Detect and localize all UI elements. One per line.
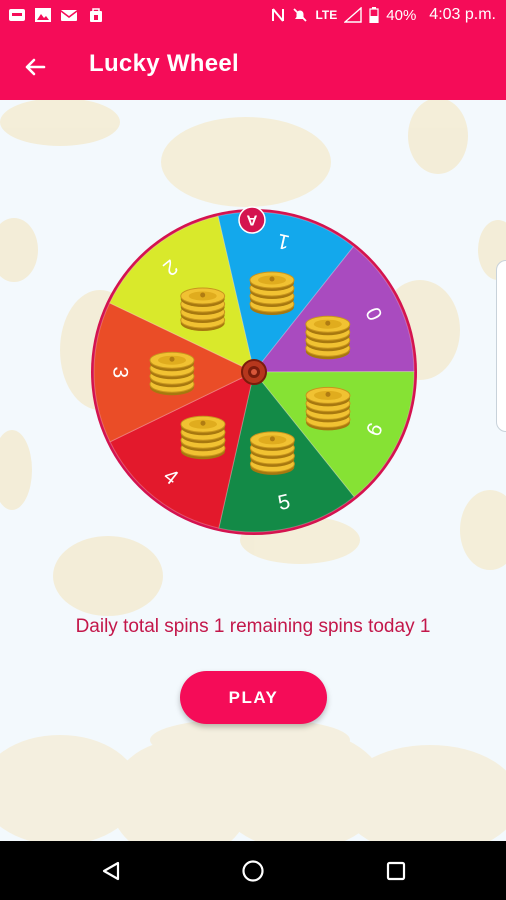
triangle-back-icon — [102, 861, 120, 881]
content-area: 1065432A Daily total spins 1 remaining s… — [0, 100, 506, 841]
nav-home-button[interactable] — [237, 855, 269, 887]
lucky-wheel[interactable]: 1065432A — [88, 206, 420, 538]
coin-stack-icon — [305, 386, 351, 431]
back-button[interactable] — [16, 48, 54, 86]
edge-panel-handle[interactable] — [496, 260, 506, 432]
nav-recents-button[interactable] — [380, 855, 412, 887]
nfc-app-icon — [9, 9, 25, 21]
coin-stack-icon — [305, 315, 351, 360]
status-right: LTE 40% 4:03 p.m. — [271, 6, 496, 24]
coin-stack-icon — [180, 287, 226, 331]
circle-home-icon — [242, 860, 264, 882]
arrow-left-icon — [25, 58, 46, 76]
mail-icon — [60, 10, 78, 21]
square-recents-icon — [386, 861, 406, 881]
wheel-segment-label: 3 — [108, 366, 131, 378]
shopping-bag-icon — [90, 8, 102, 22]
status-bar: LTE 40% 4:03 p.m. — [0, 0, 506, 32]
clock: 4:03 p.m. — [429, 6, 496, 23]
signal-icon — [344, 7, 362, 23]
notification-icons — [8, 7, 104, 23]
battery-level: 40% — [386, 6, 417, 24]
navigation-bar — [0, 841, 506, 900]
page-title: Lucky Wheel — [89, 50, 240, 77]
wheel-hub — [241, 359, 267, 385]
wheel-pointer-label: A — [246, 212, 257, 229]
nav-back-button[interactable] — [95, 855, 127, 887]
battery-icon — [369, 7, 379, 23]
app-bar: Lucky Wheel — [0, 32, 506, 100]
play-button[interactable]: PLAY — [180, 671, 327, 724]
mute-icon — [293, 8, 308, 22]
network-type: LTE — [315, 8, 338, 22]
coin-stack-icon — [249, 431, 295, 475]
nfc-icon — [272, 8, 285, 22]
coin-stack-icon — [249, 271, 295, 315]
spins-info: Daily total spins 1 remaining spins toda… — [75, 616, 431, 637]
wheel-pointer-icon: A — [238, 206, 266, 234]
coin-stack-icon — [149, 351, 195, 396]
wheel-graphic: 1065432A — [91, 206, 417, 535]
coin-stack-icon — [180, 415, 226, 460]
image-icon — [35, 8, 51, 22]
